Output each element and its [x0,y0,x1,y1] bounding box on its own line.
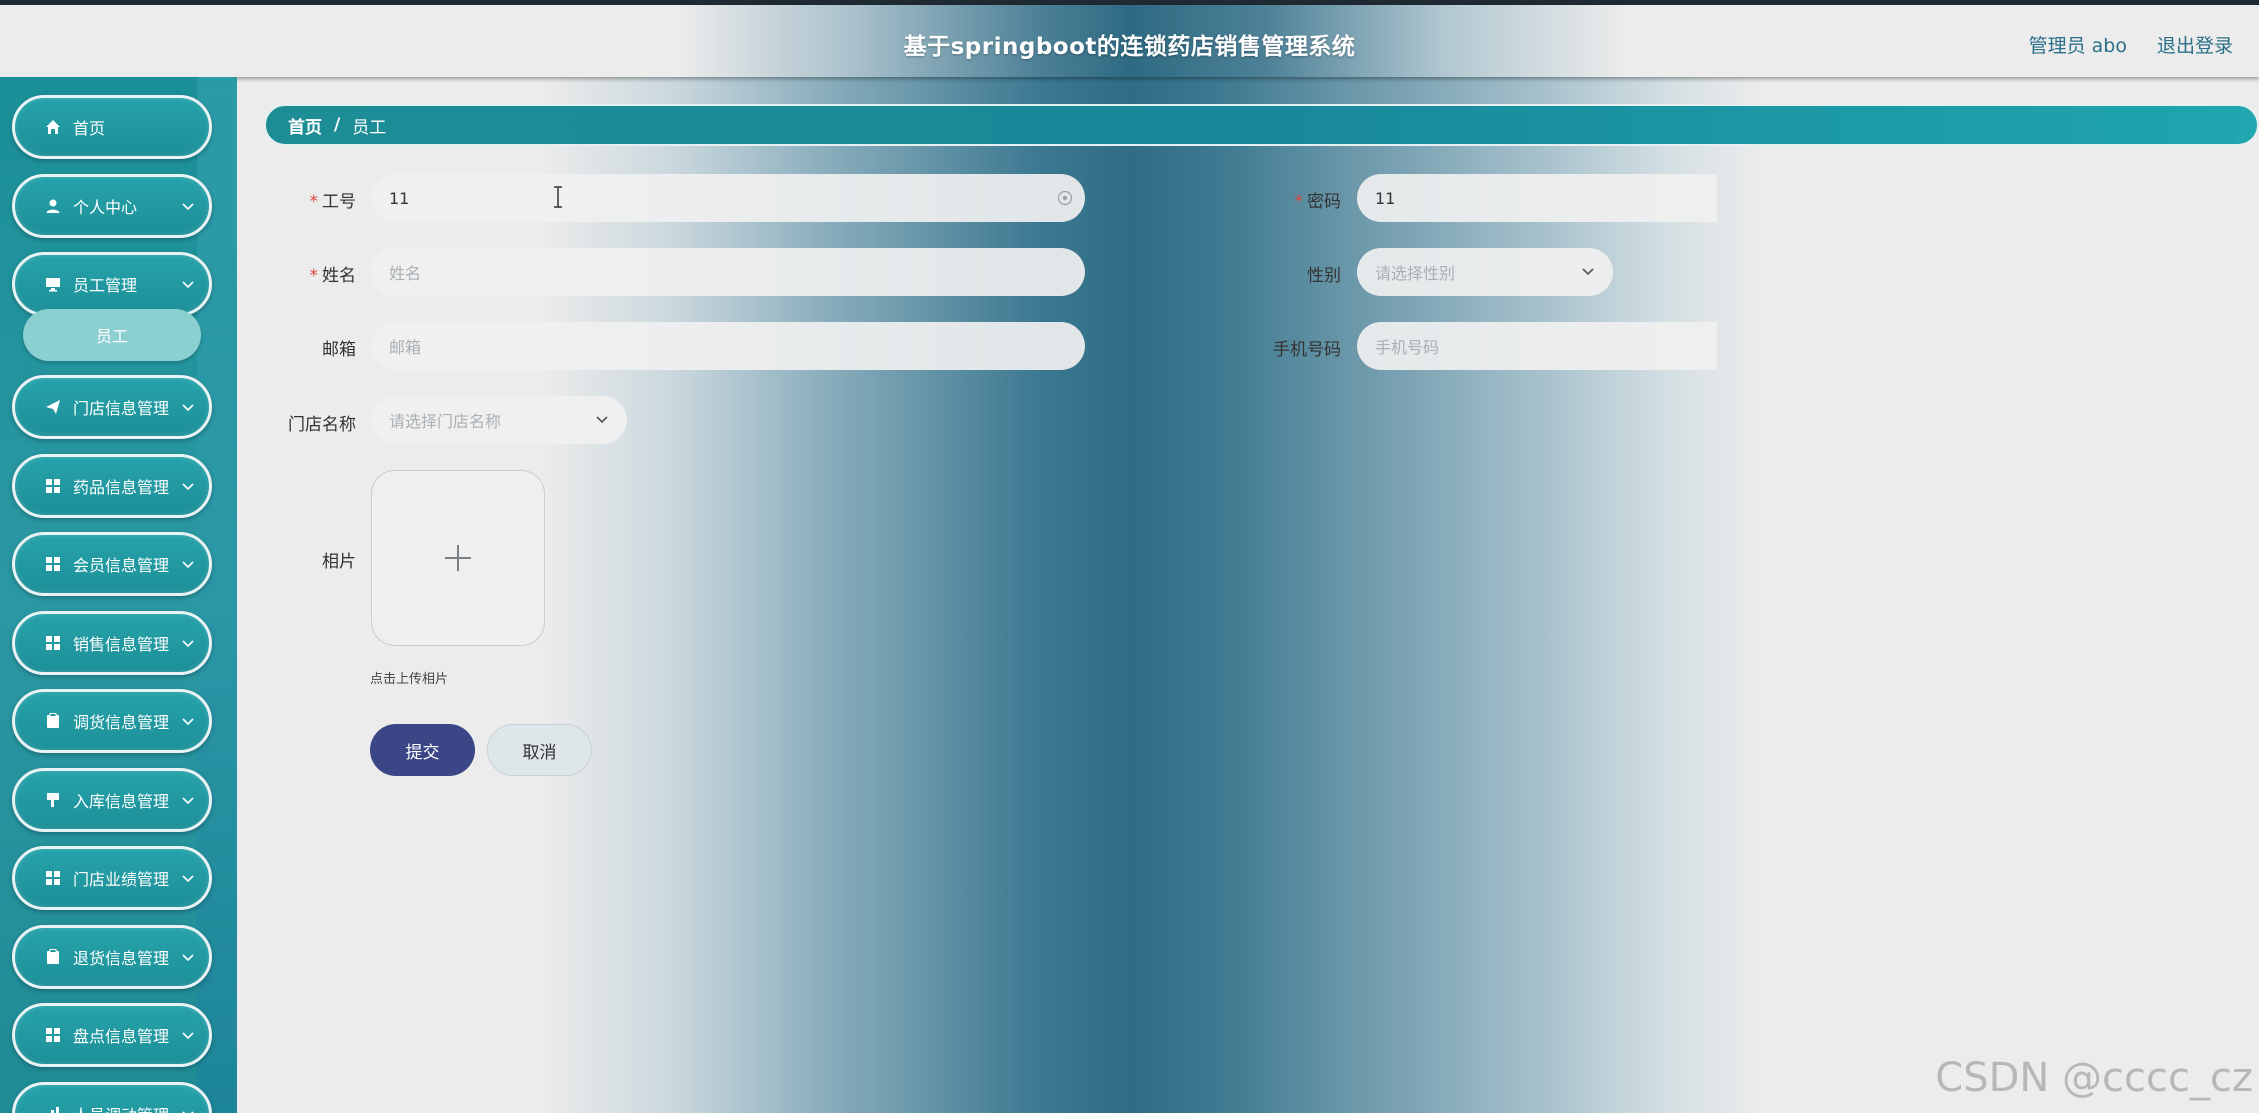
sidebar-item-label: 药品信息管理 [73,478,170,497]
grid-icon [45,635,61,651]
chevron-down-icon [182,1111,194,1113]
cancel-button[interactable]: 取消 [487,724,592,776]
sidebar-item-staff-transfer[interactable]: 人员调动管理 [12,1082,212,1113]
sidebar: 首页 个人中心 员工管理 员工 门店信息管理 药品信息管理 会员信息管理 销售信… [0,77,237,1113]
employee-no-label: * 工号 [309,192,357,212]
phone-field[interactable]: 手机号码 [1357,322,1717,370]
chevron-down-icon [182,797,194,805]
sidebar-item-label: 门店业绩管理 [73,870,170,889]
photo-upload[interactable] [371,470,545,646]
chevron-down-icon [182,281,194,289]
name-label: * 姓名 [309,266,357,286]
grid-icon [45,870,61,886]
sidebar-item-label: 盘点信息管理 [73,1027,170,1046]
photo-upload-tip: 点击上传相片 [370,672,449,687]
sidebar-item-store-info[interactable]: 门店信息管理 [12,375,212,439]
password-label: * 密码 [1294,192,1342,212]
email-field[interactable]: 邮箱 [371,322,1085,370]
sidebar-item-employee-management[interactable]: 员工管理 [12,252,212,316]
submit-button[interactable]: 提交 [370,724,475,776]
watermark: CSDN @cccc_cz [1935,1055,2253,1101]
flag-icon [45,792,61,808]
app-title: 基于springboot的连锁药店销售管理系统 [903,34,1356,60]
store-select[interactable]: 请选择门店名称 [371,396,627,444]
breadcrumb-home[interactable]: 首页 [288,113,322,138]
monitor-icon [45,276,61,292]
sidebar-item-sales-info[interactable]: 销售信息管理 [12,611,212,675]
chevron-down-icon [182,404,194,412]
sidebar-item-label: 员工管理 [73,276,138,295]
breadcrumb-current: 员工 [352,117,387,138]
chevron-down-icon [182,875,194,883]
chevron-down-icon [596,416,608,424]
chevron-down-icon [182,561,194,569]
password-field[interactable]: 11 [1357,174,1717,222]
breadcrumb: 首页 / 员工 [264,104,2259,146]
store-label: 门店名称 [288,415,356,435]
home-icon [45,119,61,135]
sidebar-item-personal-center[interactable]: 个人中心 [12,174,212,238]
sidebar-item-label: 退货信息管理 [73,949,170,968]
sidebar-item-store-performance[interactable]: 门店业绩管理 [12,846,212,910]
name-field[interactable]: 姓名 [371,248,1085,296]
phone-label: 手机号码 [1273,340,1341,360]
clipboard-icon [45,713,61,729]
text-cursor-icon [554,186,562,208]
sidebar-item-label: 门店信息管理 [73,399,170,418]
breadcrumb-separator: / [334,115,341,135]
chevron-down-icon [182,954,194,962]
chevron-down-icon [182,640,194,648]
sidebar-item-label: 人员调动管理 [73,1102,169,1113]
logout-link[interactable]: 退出登录 [2157,31,2233,58]
sidebar-item-label: 会员信息管理 [73,556,170,575]
email-label: 邮箱 [322,340,356,360]
sidebar-item-return-info[interactable]: 退货信息管理 [12,925,212,989]
sidebar-subitem-employee[interactable]: 员工 [23,309,201,361]
clear-icon[interactable] [1057,190,1073,206]
gender-select[interactable]: 请选择性别 [1357,248,1613,296]
current-user: 管理员 abo [2028,35,2127,57]
sidebar-item-label: 销售信息管理 [73,635,170,654]
grid-icon [45,556,61,572]
grid-icon [45,1027,61,1043]
send-icon [45,399,61,415]
sidebar-item-stocktake-info[interactable]: 盘点信息管理 [12,1003,212,1067]
sidebar-item-transfer-info[interactable]: 调货信息管理 [12,689,212,753]
sidebar-item-label: 个人中心 [73,198,138,217]
chart-icon [45,1106,61,1113]
photo-label: 相片 [322,552,356,572]
app-header: 基于springboot的连锁药店销售管理系统 管理员 abo 退出登录 [0,5,2259,77]
sidebar-item-home[interactable]: 首页 [12,95,212,159]
chevron-down-icon [182,718,194,726]
sidebar-item-label: 首页 [73,119,106,138]
chevron-down-icon [182,203,194,211]
user-icon [45,198,61,214]
grid-icon [45,478,61,494]
sidebar-item-drug-info[interactable]: 药品信息管理 [12,454,212,518]
sidebar-item-label: 入库信息管理 [73,792,170,811]
sidebar-item-member-info[interactable]: 会员信息管理 [12,532,212,596]
chevron-down-icon [1582,268,1594,276]
chevron-down-icon [182,1032,194,1040]
chevron-down-icon [182,483,194,491]
plus-icon [445,545,471,571]
sidebar-item-inbound-info[interactable]: 入库信息管理 [12,768,212,832]
sidebar-item-label: 调货信息管理 [73,713,170,732]
clipboard-icon [45,949,61,965]
gender-label: 性别 [1307,266,1341,286]
employee-no-field[interactable]: 11 [371,174,1085,222]
